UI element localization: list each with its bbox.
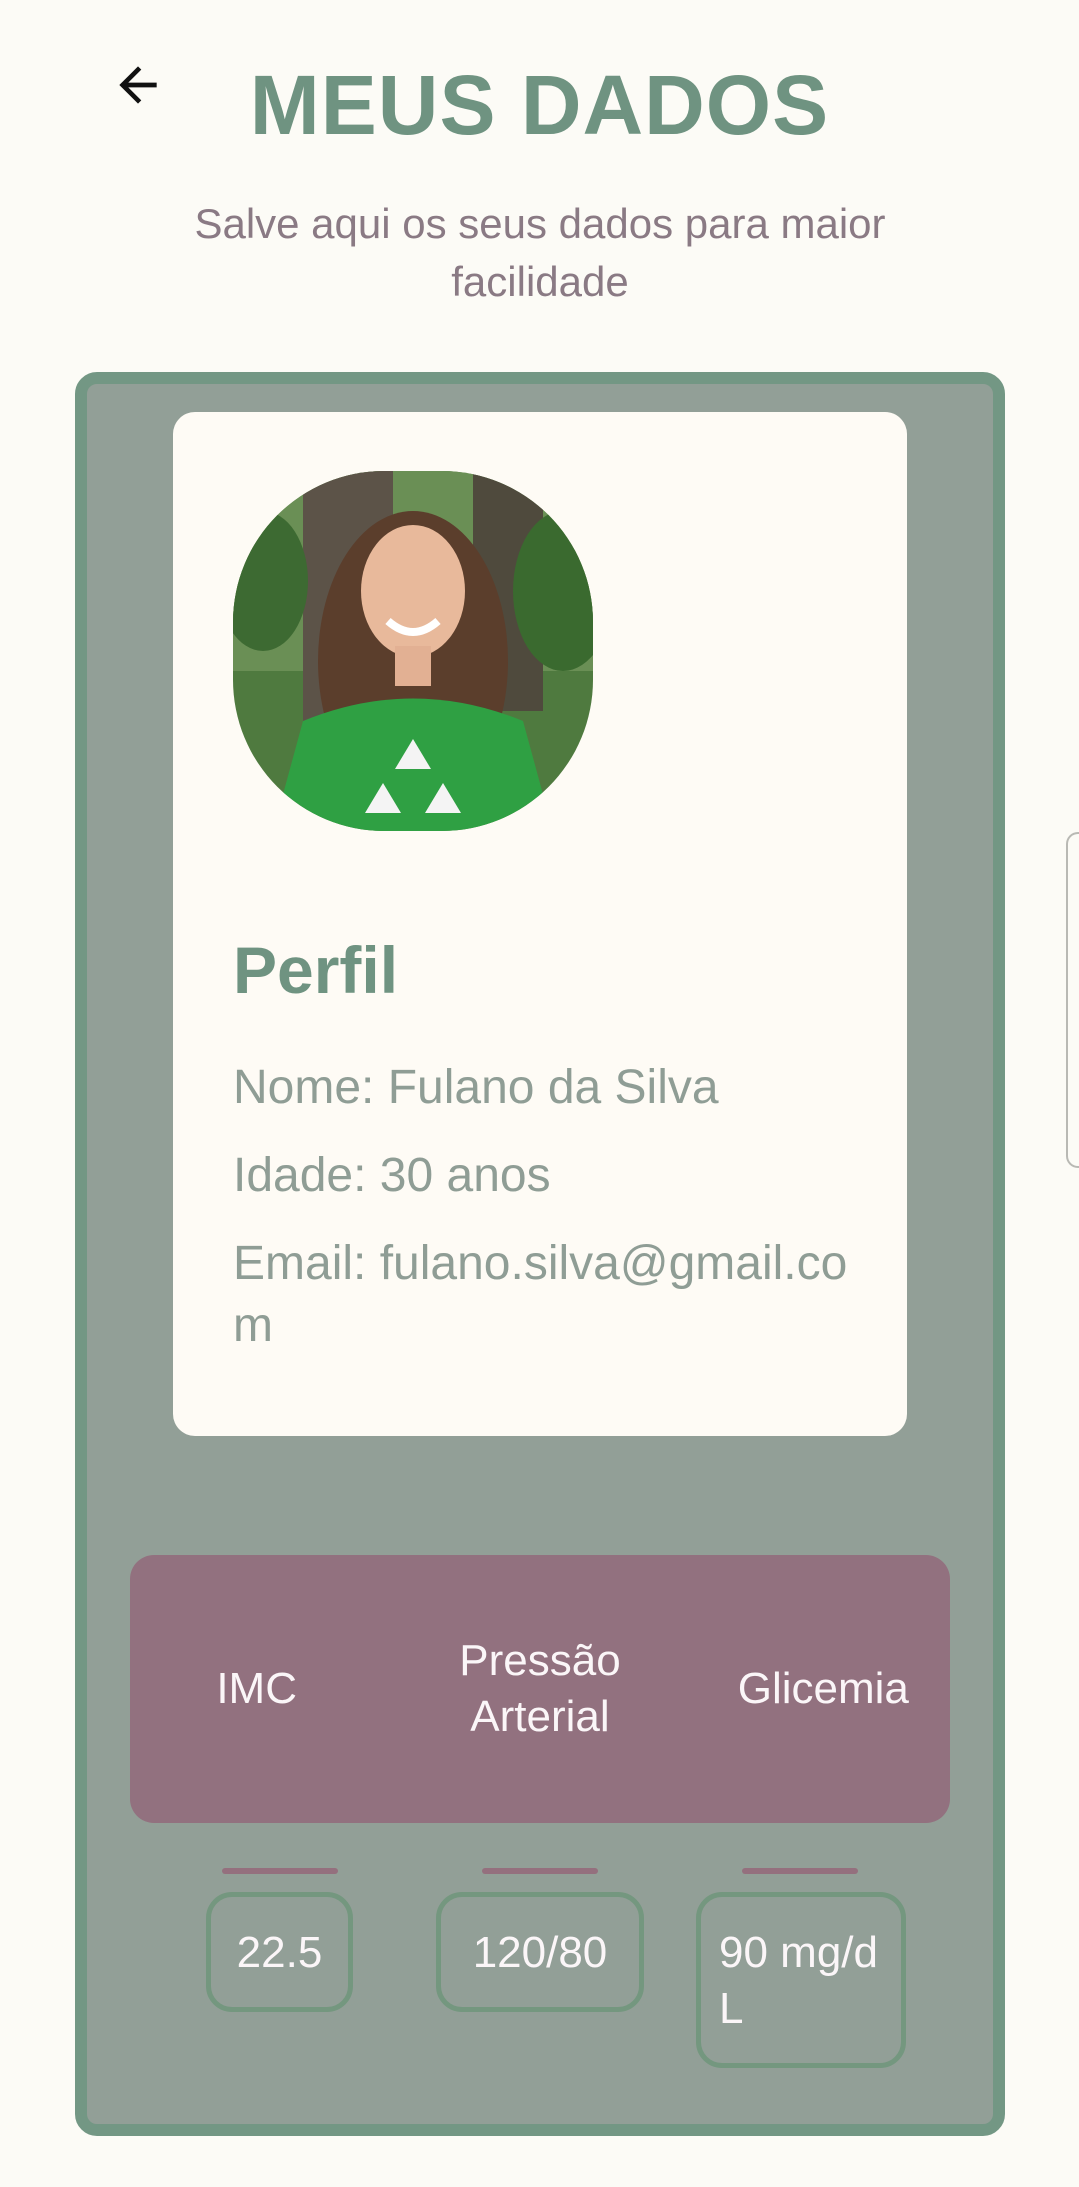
pressao-value: 120/80 [436, 1892, 644, 2012]
pressao-divider [482, 1868, 598, 1874]
metrics-tab-bar: IMC Pressão Arterial Glicemia [130, 1555, 950, 1823]
imc-value: 22.5 [206, 1892, 353, 2012]
tab-imc[interactable]: IMC [130, 1555, 383, 1823]
avatar [233, 471, 593, 831]
glicemia-value: 90 mg/dL [696, 1892, 906, 2068]
edge-panel-handle[interactable] [1066, 832, 1079, 1168]
avatar-image [233, 471, 593, 831]
page-subtitle: Salve aqui os seus dados para maior faci… [194, 200, 886, 305]
profile-title: Perfil [233, 933, 399, 1007]
profile-name: Nome: Fulano da Silva [233, 1061, 719, 1114]
profile-email: Email: fulano.silva@gmail.com [233, 1237, 848, 1352]
imc-divider [222, 1868, 338, 1874]
glicemia-divider [742, 1868, 858, 1874]
tab-pressao-arterial[interactable]: Pressão Arterial [383, 1555, 696, 1823]
tab-glicemia[interactable]: Glicemia [697, 1555, 950, 1823]
page-title: MEUS DADOS [249, 58, 830, 152]
profile-age: Idade: 30 anos [233, 1149, 551, 1202]
